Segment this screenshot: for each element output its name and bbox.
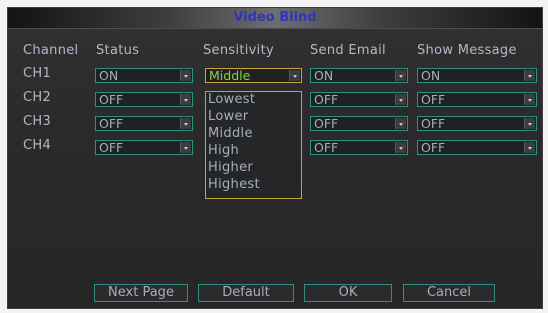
send-email-select-ch3[interactable]: OFF [310,116,408,131]
next-page-button[interactable]: Next Page [94,284,188,302]
status-select-ch2[interactable]: OFF [95,92,193,107]
chevron-down-icon[interactable] [395,142,406,153]
option-lowest[interactable]: Lowest [208,92,255,108]
option-higher[interactable]: Higher [208,160,253,176]
ok-button[interactable]: OK [304,284,392,302]
option-lower[interactable]: Lower [208,109,248,125]
header-sensitivity: Sensitivity [203,43,274,58]
show-message-value-ch3: OFF [421,116,446,131]
status-select-ch4[interactable]: OFF [95,140,193,155]
chevron-down-icon[interactable] [395,70,406,81]
show-message-value-ch2: OFF [421,92,446,107]
header-channel: Channel [23,43,79,58]
option-middle[interactable]: Middle [208,126,253,142]
show-message-select-ch2[interactable]: OFF [417,92,537,107]
chevron-down-icon[interactable] [289,70,300,81]
chevron-down-icon[interactable] [524,118,535,129]
chevron-down-icon[interactable] [524,94,535,105]
video-blind-dialog: Video Blind Channel Status Sensitivity S… [7,7,543,309]
chevron-down-icon[interactable] [524,142,535,153]
send-email-value-ch1: ON [314,68,334,83]
send-email-value-ch2: OFF [314,92,339,107]
channel-label-ch2: CH2 [23,90,52,105]
status-value-ch4: OFF [99,140,124,155]
dialog-title: Video Blind [233,10,317,25]
status-value-ch3: OFF [99,116,124,131]
chevron-down-icon[interactable] [180,118,191,129]
status-select-ch1[interactable]: ON [95,68,193,83]
chevron-down-icon[interactable] [180,142,191,153]
send-email-select-ch1[interactable]: ON [310,68,408,83]
show-message-select-ch4[interactable]: OFF [417,140,537,155]
chevron-down-icon[interactable] [395,94,406,105]
header-show-message: Show Message [417,43,517,58]
option-high[interactable]: High [208,143,239,159]
channel-label-ch3: CH3 [23,114,52,129]
chevron-down-icon[interactable] [180,94,191,105]
show-message-select-ch3[interactable]: OFF [417,116,537,131]
status-select-ch3[interactable]: OFF [95,116,193,131]
cancel-button[interactable]: Cancel [403,284,495,302]
status-value-ch1: ON [99,68,119,83]
show-message-value-ch4: OFF [421,140,446,155]
send-email-select-ch4[interactable]: OFF [310,140,408,155]
default-button[interactable]: Default [198,284,294,302]
header-status: Status [96,43,140,58]
show-message-select-ch1[interactable]: ON [417,68,537,83]
status-value-ch2: OFF [99,92,124,107]
option-highest[interactable]: Highest [208,177,260,193]
send-email-select-ch2[interactable]: OFF [310,92,408,107]
send-email-value-ch4: OFF [314,140,339,155]
chevron-down-icon[interactable] [395,118,406,129]
send-email-value-ch3: OFF [314,116,339,131]
sensitivity-select-ch1[interactable]: Middle [205,68,302,83]
channel-label-ch1: CH1 [23,66,52,81]
chevron-down-icon[interactable] [524,70,535,81]
header-send-email: Send Email [310,43,386,58]
sensitivity-dropdown-list: Lowest Lower Middle High Higher Highest [205,91,302,199]
sensitivity-value-ch1: Middle [209,68,251,83]
show-message-value-ch1: ON [421,68,441,83]
chevron-down-icon[interactable] [180,70,191,81]
channel-label-ch4: CH4 [23,138,52,153]
